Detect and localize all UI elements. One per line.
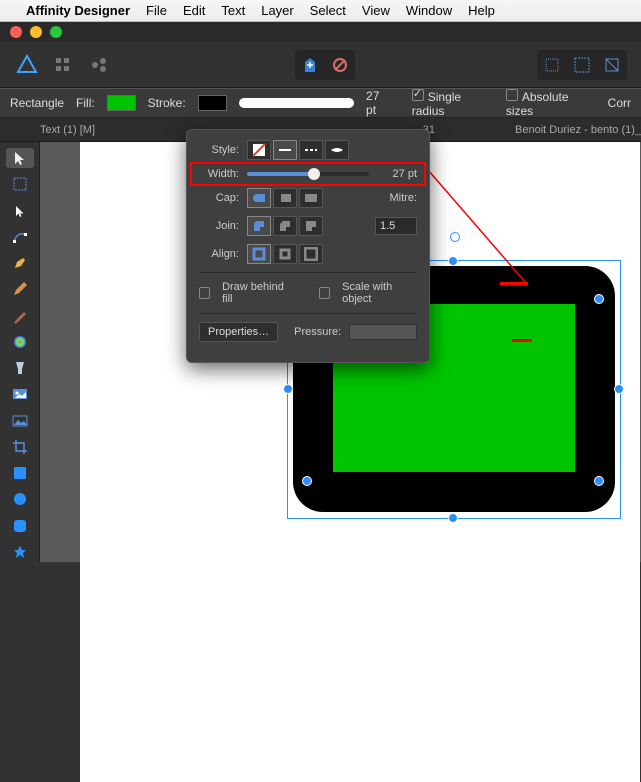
single-radius-checkbox[interactable] xyxy=(412,89,424,101)
align-outside-icon[interactable] xyxy=(299,244,323,264)
handle-mr[interactable] xyxy=(614,384,624,394)
app-name[interactable]: Affinity Designer xyxy=(26,3,130,18)
draw-behind-checkbox[interactable] xyxy=(199,287,210,299)
toolbar-sync-icon[interactable] xyxy=(327,52,353,78)
width-value: 27 pt xyxy=(377,168,417,180)
style-brush-icon[interactable] xyxy=(325,140,349,160)
join-bevel-icon[interactable] xyxy=(273,216,297,236)
cap-round-icon[interactable] xyxy=(247,188,271,208)
mac-menubar: Affinity Designer File Edit Text Layer S… xyxy=(0,0,641,22)
menu-view[interactable]: View xyxy=(362,3,390,18)
style-dash-icon[interactable] xyxy=(299,140,323,160)
draw-behind-label: Draw behind fill xyxy=(222,281,290,305)
join-round-icon[interactable] xyxy=(247,216,271,236)
rectangle-tool-icon[interactable] xyxy=(6,463,34,483)
width-slider[interactable] xyxy=(247,172,369,176)
menu-file[interactable]: File xyxy=(146,3,167,18)
handle-tm[interactable] xyxy=(448,256,458,266)
scale-with-checkbox[interactable] xyxy=(319,287,330,299)
stroke-width-value: 27 pt xyxy=(366,89,392,117)
handle-br[interactable] xyxy=(594,476,604,486)
join-label: Join: xyxy=(199,220,239,232)
menu-edit[interactable]: Edit xyxy=(183,3,205,18)
color-picker-tool-icon[interactable] xyxy=(6,332,34,352)
artboard-tool-icon[interactable] xyxy=(6,201,34,221)
star-tool-icon[interactable] xyxy=(6,542,34,562)
marquee-tool-icon[interactable] xyxy=(6,174,34,194)
stroke-popover: Style: Width: 27 pt Cap: Mitre: Join: xyxy=(186,129,430,363)
persona-pixel-icon[interactable] xyxy=(50,52,76,78)
absolute-sizes-checkbox[interactable] xyxy=(506,89,518,101)
pressure-curve[interactable] xyxy=(349,324,417,340)
pen-tool-icon[interactable] xyxy=(6,253,34,273)
persona-designer-icon[interactable] xyxy=(14,52,40,78)
handle-ml[interactable] xyxy=(283,384,293,394)
rounded-rect-tool-icon[interactable] xyxy=(6,516,34,536)
snap-guides-icon[interactable] xyxy=(599,52,625,78)
persona-export-icon[interactable] xyxy=(86,52,112,78)
menu-layer[interactable]: Layer xyxy=(261,3,294,18)
context-bar: Rectangle Fill: Stroke: 27 pt Single rad… xyxy=(0,88,641,118)
tool-strip xyxy=(0,142,40,562)
cap-square-icon[interactable] xyxy=(299,188,323,208)
snap-bounds-icon[interactable] xyxy=(569,52,595,78)
zoom-window-icon[interactable] xyxy=(50,26,62,38)
corner-label: Corr xyxy=(608,96,631,110)
width-label: Width: xyxy=(199,168,239,180)
align-inside-icon[interactable] xyxy=(273,244,297,264)
window-titlebar xyxy=(0,22,641,42)
style-label: Style: xyxy=(199,144,239,156)
join-miter-icon[interactable] xyxy=(299,216,323,236)
minimize-window-icon[interactable] xyxy=(30,26,42,38)
main-toolbar xyxy=(0,42,641,88)
brush-tool-icon[interactable] xyxy=(6,306,34,326)
style-none-icon[interactable] xyxy=(247,140,271,160)
pressure-label: Pressure: xyxy=(294,326,341,338)
rotate-handle[interactable] xyxy=(450,232,460,242)
image-tool-icon[interactable] xyxy=(6,411,34,431)
menu-select[interactable]: Select xyxy=(310,3,346,18)
crop-tool-icon[interactable] xyxy=(6,437,34,457)
shape-type: Rectangle xyxy=(10,96,64,110)
stroke-label: Stroke: xyxy=(148,96,186,110)
stroke-preview[interactable] xyxy=(239,98,354,108)
slider-thumb[interactable] xyxy=(308,168,320,180)
toolbar-add-icon[interactable] xyxy=(297,52,323,78)
properties-button[interactable]: Properties… xyxy=(199,322,278,342)
mitre-label: Mitre: xyxy=(390,192,418,204)
menu-window[interactable]: Window xyxy=(406,3,452,18)
handle-bm[interactable] xyxy=(448,513,458,523)
menu-help[interactable]: Help xyxy=(468,3,495,18)
corner-indicator xyxy=(500,282,528,285)
sprite-tool-icon[interactable] xyxy=(6,384,34,404)
tab-1[interactable]: Text (1) [M] xyxy=(40,124,95,136)
fill-label: Fill: xyxy=(76,96,95,110)
corner-indicator-inner xyxy=(512,339,532,342)
snap-grid-icon[interactable] xyxy=(539,52,565,78)
scale-with-label: Scale with object xyxy=(342,281,417,305)
cap-butt-icon[interactable] xyxy=(273,188,297,208)
mitre-input[interactable] xyxy=(375,217,417,235)
ellipse-tool-icon[interactable] xyxy=(6,489,34,509)
pencil-tool-icon[interactable] xyxy=(6,279,34,299)
node-tool-icon[interactable] xyxy=(6,227,34,247)
move-tool-icon[interactable] xyxy=(6,148,34,168)
tab-3[interactable]: Benoit Duriez - bento (1)_ xyxy=(515,124,641,136)
align-label: Align: xyxy=(199,248,239,260)
align-center-icon[interactable] xyxy=(247,244,271,264)
glass-tool-icon[interactable] xyxy=(6,358,34,378)
stroke-swatch[interactable] xyxy=(198,95,227,111)
close-window-icon[interactable] xyxy=(10,26,22,38)
cap-label: Cap: xyxy=(199,192,239,204)
menu-text[interactable]: Text xyxy=(221,3,245,18)
handle-tr[interactable] xyxy=(594,294,604,304)
handle-bl[interactable] xyxy=(302,476,312,486)
fill-swatch[interactable] xyxy=(107,95,136,111)
style-solid-icon[interactable] xyxy=(273,140,297,160)
